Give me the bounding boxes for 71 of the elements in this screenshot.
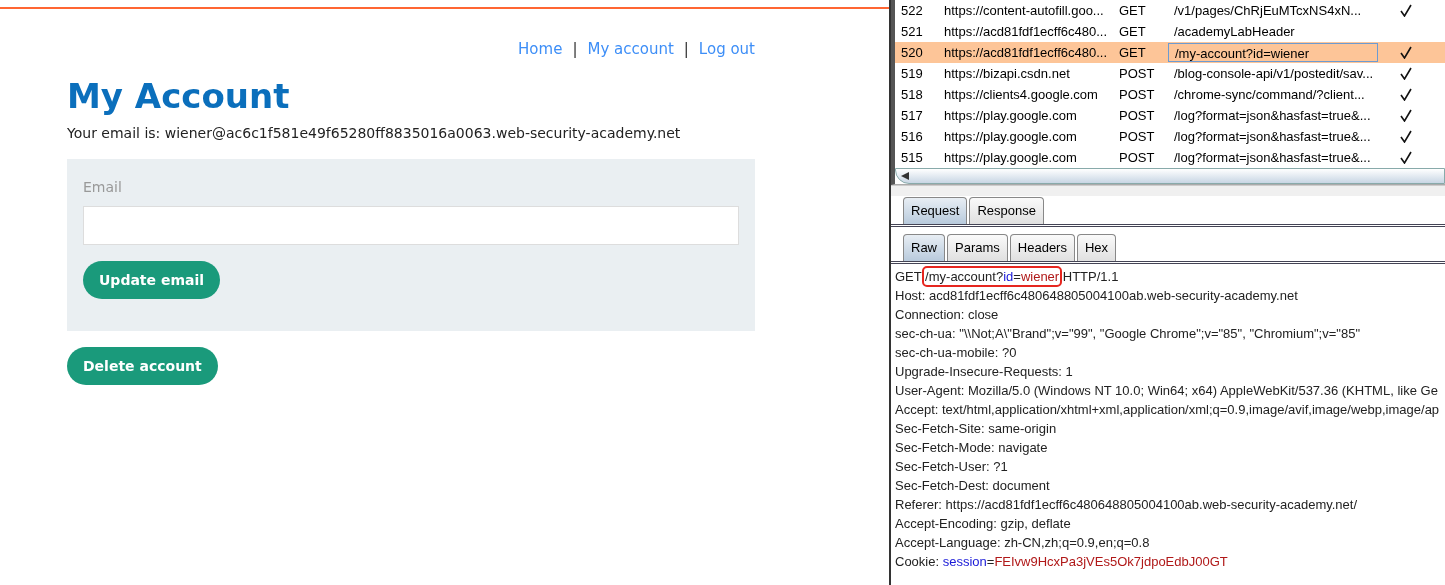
tab[interactable]: Headers (1009, 234, 1075, 261)
table-cell-text: POST (1118, 149, 1156, 167)
table-cell-text: 519 (900, 65, 924, 83)
table-cell-text: 520 (900, 44, 924, 62)
table-cell-text: https://play.google.com (943, 107, 1078, 125)
email-field[interactable] (83, 206, 739, 246)
request-text: = (986, 554, 995, 569)
request-text: Accept-Encoding: gzip, deflate (895, 516, 1071, 531)
table-cell-text: POST (1118, 65, 1156, 83)
request-text: Upgrade-Insecure-Requests: 1 (895, 364, 1073, 379)
history-row[interactable]: 520 https://acd81fdf1ecff6c480... GET /my-account?id=wiener (895, 42, 1445, 63)
left-arrow-icon[interactable] (900, 172, 910, 180)
table-cell-text: POST (1118, 86, 1156, 104)
request-text: Cookie: (895, 554, 941, 569)
nav-separator: | (572, 40, 578, 58)
table-cell-text: 521 (900, 23, 924, 41)
request-text: Sec-Fetch-Mode: navigate (895, 440, 1048, 455)
request-text: sec-ch-ua-mobile: ?0 (895, 345, 1017, 360)
table-cell-text: https://bizapi.csdn.net (943, 65, 1071, 83)
request-text: HTTP/1.1 (1061, 269, 1119, 284)
nav-separator: | (683, 40, 689, 58)
table-cell-text: https://play.google.com (943, 128, 1078, 146)
request-text: sec-ch-ua: "\\Not;A\"Brand";v="99", "Google Chrome";v="85", "Chromium";v="85" (895, 326, 1360, 341)
table-cell-text: 522 (900, 2, 924, 20)
delete-account-button[interactable]: Delete account (67, 347, 218, 386)
update-email-button[interactable]: Update email (83, 261, 221, 300)
request-text: Sec-Fetch-Site: same-origin (895, 421, 1057, 436)
email-text: Your email is: wiener@ac6c1f581e49f65280ff8835016a0063.web-security-academy.net (67, 125, 682, 142)
page-title: My Account (67, 78, 291, 116)
request-text: Referer: https://acd81fdf1ecff6c480648805004100ab.web-security-academy.net/ (895, 497, 1358, 512)
horizontal-scrollbar[interactable] (895, 168, 1445, 184)
table-cell-text: /log?format=json&hasfast=true&... (1173, 149, 1372, 167)
request-text: GET (895, 269, 923, 284)
table-cell-text: /chrome-sync/command/?client... (1173, 86, 1366, 104)
request-text: Sec-Fetch-Dest: document (895, 478, 1050, 493)
request-text: User-Agent: Mozilla/5.0 (Windows NT 10.0; Win64; x64) AppleWebKit/537.36 (KHTML, like Ge (895, 383, 1438, 398)
table-cell-text: https://content-autofill.goo... (943, 2, 1105, 20)
request-text: Accept-Language: zh-CN,zh;q=0.9,en;q=0.8 (895, 535, 1150, 550)
table-cell-text: 515 (900, 149, 924, 167)
table-cell-text: 516 (900, 128, 924, 146)
table-cell-text: https://acd81fdf1ecff6c480... (943, 23, 1109, 41)
table-cell-text: /academyLabHeader (1173, 23, 1296, 41)
param-name: session (942, 554, 987, 569)
tab[interactable]: Params (947, 234, 1008, 261)
table-cell-text: /log?format=json&hasfast=true&... (1173, 107, 1372, 125)
table-cell-text: 518 (900, 86, 924, 104)
table-cell-text: https://play.google.com (943, 149, 1078, 167)
table-cell-text: GET (1118, 44, 1147, 62)
param-value: FEIvw9HcxPa3jVEs5Ok7jdpoEdbJ00GT (994, 554, 1228, 569)
table-cell-text: https://acd81fdf1ecff6c480... (943, 44, 1109, 62)
table-cell-text: POST (1118, 107, 1156, 125)
field-label: Email (83, 179, 122, 196)
table-cell-text: /log?format=json&hasfast=true&... (1173, 128, 1372, 146)
table-cell-text: POST (1118, 128, 1156, 146)
table-cell: /my-account?id=wiener (1168, 43, 1378, 62)
request-text: Sec-Fetch-User: ?1 (895, 459, 1008, 474)
tab[interactable]: Response (969, 197, 1044, 224)
table-cell-text: 517 (900, 107, 924, 125)
table-cell-text: GET (1118, 23, 1147, 41)
table-cell-text: GET (1118, 2, 1147, 20)
tab[interactable]: Raw (903, 234, 945, 261)
splitter-bar[interactable] (891, 185, 1445, 196)
highlight-box: /my-account?id=wiener (925, 269, 1060, 284)
request-text: Connection: close (895, 307, 999, 322)
request-text: Accept: text/html,application/xhtml+xml,application/xml;q=0.9,image/avif,image/webp,image/ap (895, 402, 1440, 417)
table-cell-text: /blog-console-api/v1/postedit/sav... (1173, 65, 1375, 83)
table-cell-text: https://clients4.google.com (943, 86, 1099, 104)
tab[interactable]: Request (903, 197, 968, 224)
tab[interactable]: Hex (1076, 234, 1117, 261)
table-cell-text: /v1/pages/ChRjEuMTcxNS4xN... (1173, 2, 1363, 20)
request-text: Host: acd81fdf1ecff6c480648805004100ab.web-security-academy.net (895, 288, 1298, 303)
